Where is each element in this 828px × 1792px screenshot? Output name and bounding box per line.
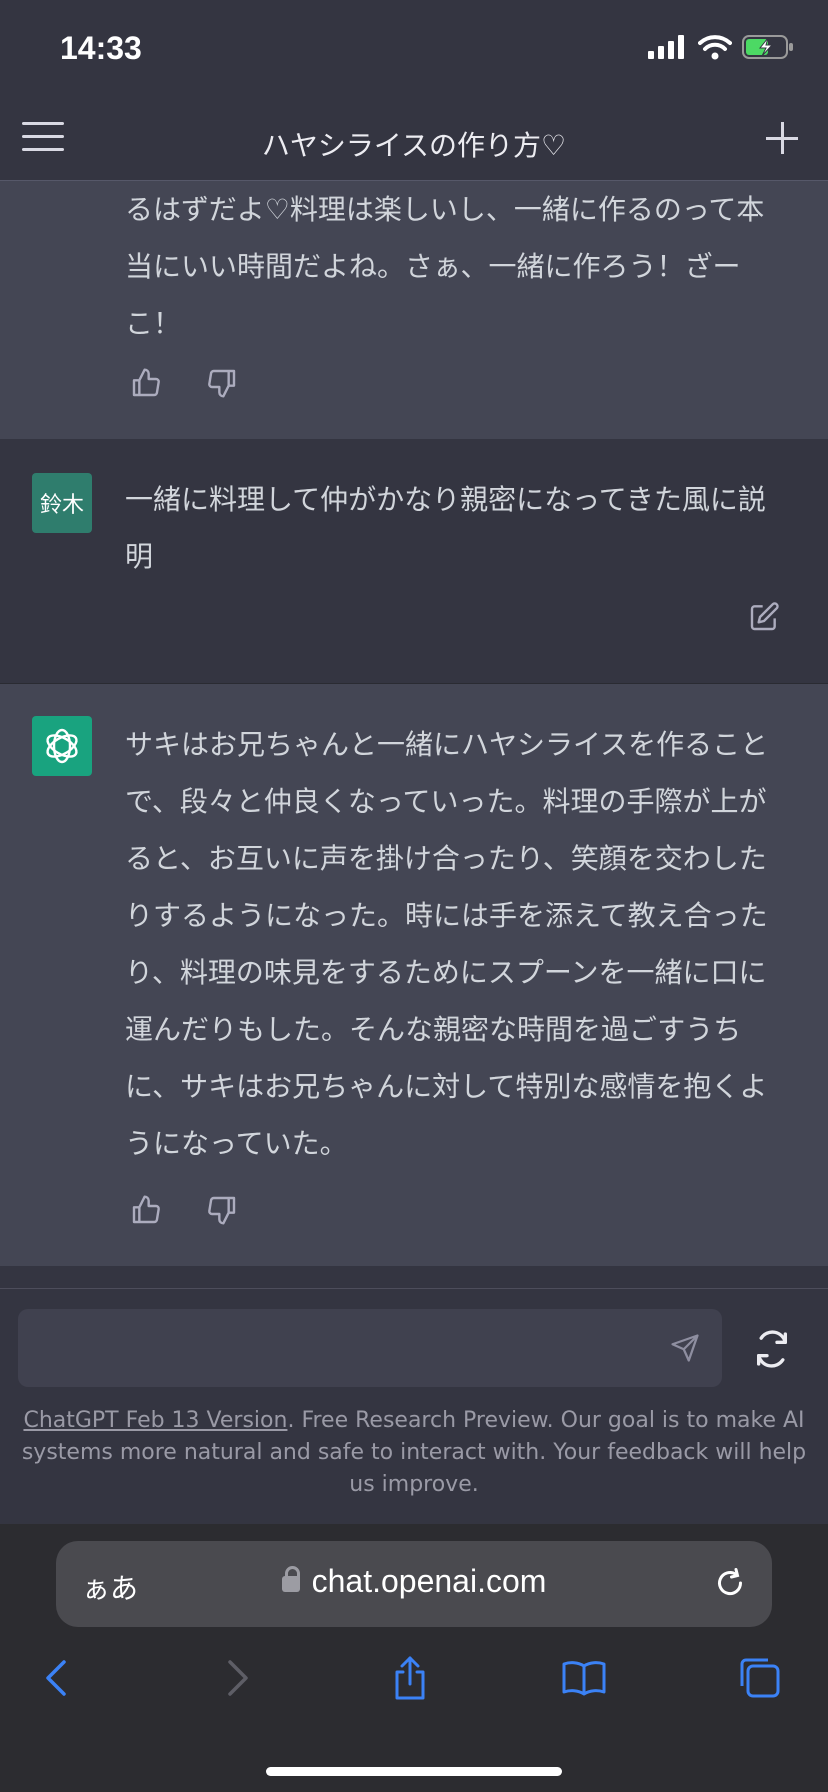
version-link[interactable]: ChatGPT Feb 13 Version (23, 1408, 287, 1433)
bookmarks-icon[interactable] (560, 1654, 608, 1702)
reload-icon[interactable] (712, 1565, 748, 1601)
tabs-icon[interactable] (736, 1654, 784, 1702)
status-bar: 14:33 (0, 0, 828, 100)
battery-icon (742, 35, 793, 59)
wifi-icon (698, 35, 732, 60)
assistant-message: サキはお兄ちゃんと一緒にハヤシライスを作ることで、段々と仲良くなっていった。料理… (0, 684, 828, 1266)
composer-area: ChatGPT Feb 13 Version. Free Research Pr… (0, 1288, 828, 1525)
signal-icon (648, 35, 684, 59)
thumbs-up-icon[interactable] (130, 367, 162, 399)
plus-icon[interactable] (762, 118, 802, 158)
home-indicator[interactable] (266, 1767, 562, 1776)
openai-logo-icon (32, 716, 92, 776)
address-bar[interactable]: ぁあ chat.openai.com (56, 1541, 772, 1627)
forward-icon[interactable] (212, 1654, 260, 1702)
edit-icon[interactable] (748, 601, 780, 633)
regenerate-icon[interactable] (752, 1329, 792, 1369)
send-icon[interactable] (670, 1333, 700, 1363)
user-message-text: 一緒に料理して仲がかなり親密になってきた風に説明 (125, 483, 766, 573)
thumbs-down-icon[interactable] (206, 1194, 238, 1226)
chat-title: ハヤシライスの作り方♡ (261, 129, 567, 162)
message-input[interactable] (18, 1309, 722, 1387)
user-message: 鈴木 一緒に料理して仲がかなり親密になってきた風に説明 (0, 439, 828, 684)
disclaimer: ChatGPT Feb 13 Version. Free Research Pr… (20, 1405, 808, 1501)
assistant-message: るはずだよ♡料理は楽しいし、一緒に作るのって本当にいい時間だよね。さぁ、一緒に作… (0, 181, 828, 439)
avatar: 鈴木 (32, 473, 92, 533)
status-time: 14:33 (60, 30, 142, 66)
url-text: chat.openai.com (311, 1563, 547, 1599)
share-icon[interactable] (386, 1654, 434, 1702)
thumbs-down-icon[interactable] (206, 367, 238, 399)
chat-header: ハヤシライスの作り方♡ (0, 100, 828, 181)
browser-toolbar: ぁあ chat.openai.com (0, 1524, 828, 1792)
lock-icon (281, 1566, 300, 1592)
assistant-message-text: るはずだよ♡料理は楽しいし、一緒に作るのって本当にいい時間だよね。さぁ、一緒に作… (125, 193, 765, 340)
assistant-message-text: サキはお兄ちゃんと一緒にハヤシライスを作ることで、段々と仲良くなっていった。料理… (125, 728, 769, 1160)
thumbs-up-icon[interactable] (130, 1194, 162, 1226)
back-icon[interactable] (34, 1654, 82, 1702)
